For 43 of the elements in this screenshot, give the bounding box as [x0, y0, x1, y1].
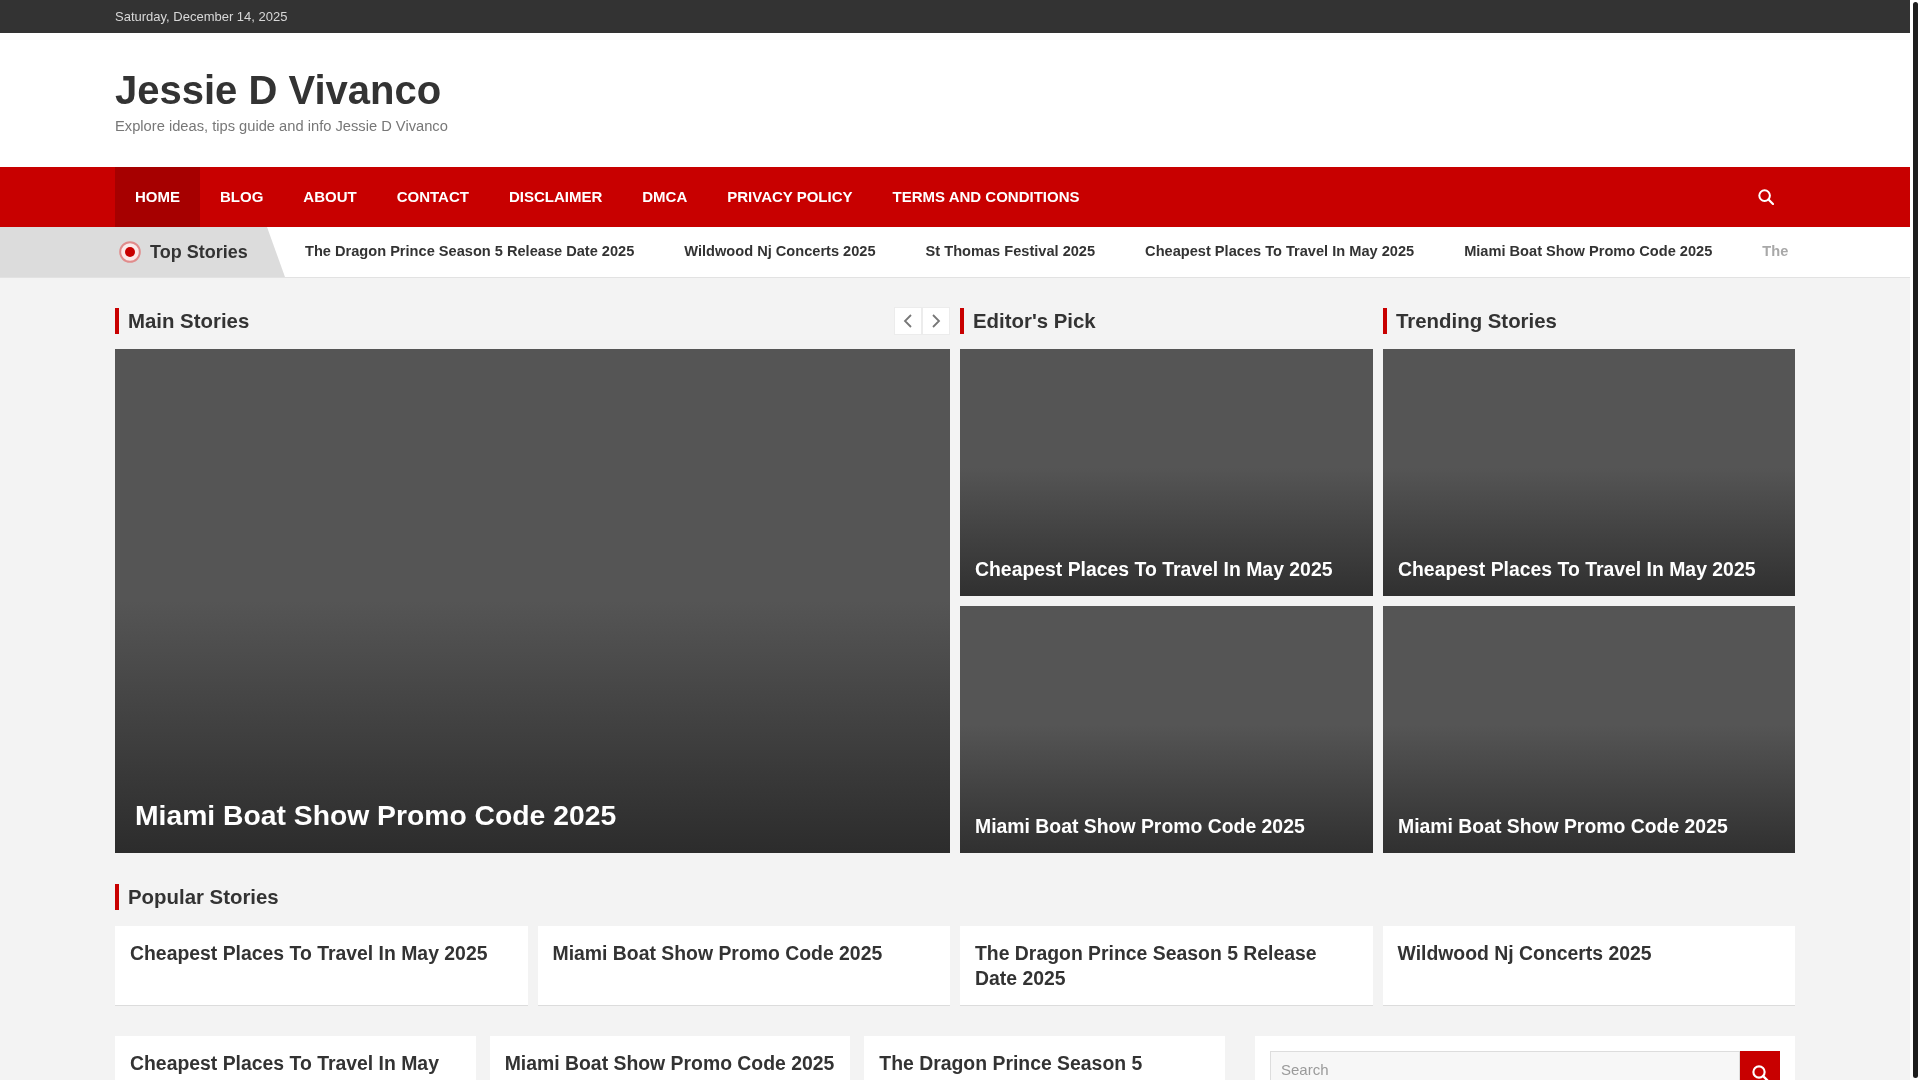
story-title-link[interactable]: Cheapest Places To Travel In May 2025 — [130, 941, 513, 966]
post-title-link[interactable]: The Dragon Prince Season 5 — [879, 1051, 1210, 1076]
story-title-link[interactable]: The Dragon Prince Season 5 Release Date 2025 — [975, 941, 1358, 990]
search-field[interactable]: Search — [1270, 1051, 1740, 1080]
nav-link[interactable]: CONTACT — [376, 167, 489, 227]
story-title-link[interactable]: Miami Boat Show Promo Code 2025 — [975, 814, 1305, 838]
post-title-link[interactable]: Miami Boat Show Promo Code 2025 — [504, 1051, 836, 1076]
ticker-link[interactable]: Wildwood Nj Concerts 2025 — [684, 241, 876, 263]
section-heading: Main Stories — [115, 308, 250, 334]
ticker-link[interactable]: St Thomas Festival 2025 — [925, 241, 1096, 263]
ticker-link[interactable]: Miami Boat Show Promo Code 2025 — [1464, 241, 1713, 263]
search-button[interactable] — [1757, 188, 1775, 206]
search-icon — [1751, 1065, 1769, 1080]
record-dot-icon — [119, 241, 141, 263]
story-title-link[interactable]: Miami Boat Show Promo Code 2025 — [552, 941, 935, 966]
nav-link[interactable]: TERMS AND CONDITIONS — [872, 167, 1100, 227]
section-heading: Editor's Pick — [960, 308, 1096, 334]
ticker-link[interactable]: Cheapest Places To Travel In May 2025 — [1145, 241, 1415, 263]
site-title[interactable]: Jessie D Vivanco — [115, 66, 442, 114]
nav-link[interactable]: DMCA — [622, 167, 708, 227]
story-title-link[interactable]: Cheapest Places To Travel In May 2025 — [975, 557, 1333, 581]
section-heading: Trending Stories — [1383, 308, 1557, 334]
ticker-label: Top Stories — [150, 240, 248, 264]
date-text: Saturday, December 14, 2025 — [115, 9, 288, 24]
search-icon — [1758, 189, 1774, 205]
nav-link[interactable]: PRIVACY POLICY — [707, 167, 873, 227]
nav-link[interactable]: DISCLAIMER — [488, 167, 623, 227]
chevron-right-icon — [931, 314, 941, 328]
ticker-link[interactable]: The Dragon Prince Season 5 Release Date 2025 — [305, 241, 635, 263]
site-tagline: Explore ideas, tips guide and info Jessie D Vivanco — [115, 117, 448, 136]
post-title-link[interactable]: Cheapest Places To Travel In May — [130, 1051, 461, 1076]
search-button[interactable] — [1740, 1051, 1780, 1080]
next-slide-button[interactable] — [922, 307, 950, 335]
chevron-left-icon — [903, 314, 913, 328]
section-heading: Popular Stories — [115, 884, 279, 910]
nav-link[interactable]: ABOUT — [283, 167, 377, 227]
previous-slide-button[interactable] — [894, 307, 922, 335]
nav-link[interactable]: BLOG — [200, 167, 284, 227]
story-title-link[interactable]: Miami Boat Show Promo Code 2025 — [135, 797, 617, 833]
story-title-link[interactable]: Miami Boat Show Promo Code 2025 — [1398, 814, 1728, 838]
story-title-link[interactable]: Wildwood Nj Concerts 2025 — [1397, 941, 1780, 966]
nav-link[interactable]: HOME — [115, 167, 200, 227]
story-title-link[interactable]: Cheapest Places To Travel In May 2025 — [1398, 557, 1756, 581]
